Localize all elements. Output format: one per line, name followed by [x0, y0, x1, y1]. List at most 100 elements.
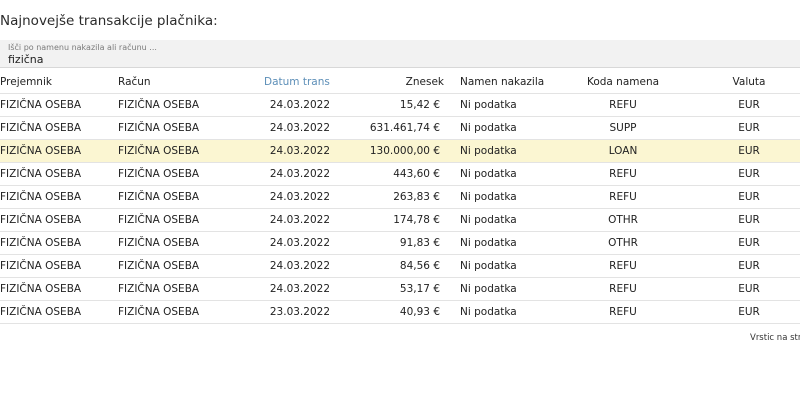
cell-racun: FIZIČNA OSEBA [118, 208, 256, 232]
cell-namen: Ni podatka [448, 139, 548, 163]
cell-prejemnik: FIZIČNA OSEBA [0, 208, 118, 232]
cell-datum: 24.03.2022 [256, 277, 330, 301]
cell-datum: 24.03.2022 [256, 162, 330, 186]
column-header-koda[interactable]: Koda namena [548, 70, 698, 94]
cell-koda: REFU [548, 93, 698, 117]
cell-valuta: EUR [698, 254, 800, 278]
cell-koda: REFU [548, 254, 698, 278]
cell-datum: 24.03.2022 [256, 254, 330, 278]
cell-racun: FIZIČNA OSEBA [118, 139, 256, 163]
cell-valuta: EUR [698, 277, 800, 301]
cell-datum: 24.03.2022 [256, 93, 330, 117]
table-row[interactable]: FIZIČNA OSEBA FIZIČNA OSEBA 24.03.2022 443,… [0, 162, 800, 186]
cell-racun: FIZIČNA OSEBA [118, 254, 256, 278]
cell-datum: 24.03.2022 [256, 185, 330, 209]
cell-valuta: EUR [698, 300, 800, 324]
cell-znesek: 40,93 € [330, 300, 448, 324]
cell-prejemnik: FIZIČNA OSEBA [0, 254, 118, 278]
column-header-label: Datum transakcije [264, 75, 330, 88]
cell-datum: 24.03.2022 [256, 139, 330, 163]
cell-namen: Ni podatka [448, 208, 548, 232]
search-label: Išči po namenu nakazila ali računu ... [8, 43, 157, 52]
column-header-label: Valuta [732, 75, 766, 88]
cell-znesek: 174,78 € [330, 208, 448, 232]
cell-racun: FIZIČNA OSEBA [118, 116, 256, 140]
cell-prejemnik: FIZIČNA OSEBA [0, 116, 118, 140]
transactions-table: Prejemnik Račun Datum transakcije↓ Znese… [0, 70, 800, 324]
cell-koda: REFU [548, 300, 698, 324]
cell-prejemnik: FIZIČNA OSEBA [0, 300, 118, 324]
column-header-label: Račun [118, 75, 151, 88]
cell-koda: LOAN [548, 139, 698, 163]
cell-znesek: 130.000,00 € [330, 139, 448, 163]
cell-namen: Ni podatka [448, 254, 548, 278]
column-header-label: Namen nakazila [460, 75, 545, 88]
page-title: Najnovejše transakcije plačnika: [0, 13, 218, 29]
cell-namen: Ni podatka [448, 231, 548, 255]
column-header-label: Znesek [405, 75, 444, 88]
cell-znesek: 15,42 € [330, 93, 448, 117]
cell-datum: 23.03.2022 [256, 300, 330, 324]
table-row[interactable]: FIZIČNA OSEBA FIZIČNA OSEBA 24.03.2022 84,5… [0, 254, 800, 278]
cell-koda: OTHR [548, 231, 698, 255]
cell-znesek: 631.461,74 € [330, 116, 448, 140]
cell-namen: Ni podatka [448, 93, 548, 117]
column-header-racun[interactable]: Račun [118, 70, 256, 94]
rows-per-page-label: Vrstic na stra [750, 333, 800, 343]
cell-znesek: 53,17 € [330, 277, 448, 301]
cell-koda: REFU [548, 185, 698, 209]
column-header-namen[interactable]: Namen nakazila [448, 70, 548, 94]
cell-znesek: 84,56 € [330, 254, 448, 278]
table-row[interactable]: FIZIČNA OSEBA FIZIČNA OSEBA 24.03.2022 15,4… [0, 93, 800, 117]
column-header-datum[interactable]: Datum transakcije↓ [256, 70, 330, 94]
cell-datum: 24.03.2022 [256, 231, 330, 255]
table-row[interactable]: FIZIČNA OSEBA FIZIČNA OSEBA 24.03.2022 631.… [0, 116, 800, 140]
cell-racun: FIZIČNA OSEBA [118, 277, 256, 301]
cell-racun: FIZIČNA OSEBA [118, 300, 256, 324]
cell-datum: 24.03.2022 [256, 116, 330, 140]
table-header-row: Prejemnik Račun Datum transakcije↓ Znese… [0, 70, 800, 94]
cell-racun: FIZIČNA OSEBA [118, 185, 256, 209]
column-header-znesek[interactable]: Znesek [330, 70, 448, 94]
column-header-label: Prejemnik [0, 75, 52, 88]
cell-koda: REFU [548, 162, 698, 186]
table-row[interactable]: FIZIČNA OSEBA FIZIČNA OSEBA 24.03.2022 263,… [0, 185, 800, 209]
cell-prejemnik: FIZIČNA OSEBA [0, 231, 118, 255]
cell-datum: 24.03.2022 [256, 208, 330, 232]
search-value[interactable]: fizična [8, 53, 44, 66]
cell-prejemnik: FIZIČNA OSEBA [0, 93, 118, 117]
cell-znesek: 443,60 € [330, 162, 448, 186]
cell-prejemnik: FIZIČNA OSEBA [0, 277, 118, 301]
cell-racun: FIZIČNA OSEBA [118, 162, 256, 186]
search-input[interactable]: Išči po namenu nakazila ali računu ... f… [0, 40, 800, 68]
cell-koda: REFU [548, 277, 698, 301]
cell-koda: OTHR [548, 208, 698, 232]
cell-znesek: 263,83 € [330, 185, 448, 209]
table-row[interactable]: FIZIČNA OSEBA FIZIČNA OSEBA 23.03.2022 40,9… [0, 300, 800, 324]
cell-valuta: EUR [698, 185, 800, 209]
cell-racun: FIZIČNA OSEBA [118, 231, 256, 255]
cell-valuta: EUR [698, 139, 800, 163]
cell-namen: Ni podatka [448, 277, 548, 301]
cell-valuta: EUR [698, 93, 800, 117]
cell-valuta: EUR [698, 231, 800, 255]
cell-prejemnik: FIZIČNA OSEBA [0, 185, 118, 209]
column-header-valuta[interactable]: Valuta [698, 70, 800, 94]
column-header-prejemnik[interactable]: Prejemnik [0, 70, 118, 94]
cell-prejemnik: FIZIČNA OSEBA [0, 162, 118, 186]
cell-racun: FIZIČNA OSEBA [118, 93, 256, 117]
table-row[interactable]: FIZIČNA OSEBA FIZIČNA OSEBA 24.03.2022 53,1… [0, 277, 800, 301]
table-row[interactable]: FIZIČNA OSEBA FIZIČNA OSEBA 24.03.2022 91,8… [0, 231, 800, 255]
column-header-label: Koda namena [586, 75, 660, 88]
cell-namen: Ni podatka [448, 162, 548, 186]
cell-koda: SUPP [548, 116, 698, 140]
cell-valuta: EUR [698, 116, 800, 140]
cell-valuta: EUR [698, 162, 800, 186]
cell-prejemnik: FIZIČNA OSEBA [0, 139, 118, 163]
cell-znesek: 91,83 € [330, 231, 448, 255]
cell-namen: Ni podatka [448, 116, 548, 140]
page: Najnovejše transakcije plačnika: Išči po… [0, 0, 800, 406]
cell-namen: Ni podatka [448, 300, 548, 324]
table-row[interactable]: FIZIČNA OSEBA FIZIČNA OSEBA 24.03.2022 130.… [0, 139, 800, 163]
table-row[interactable]: FIZIČNA OSEBA FIZIČNA OSEBA 24.03.2022 174,… [0, 208, 800, 232]
